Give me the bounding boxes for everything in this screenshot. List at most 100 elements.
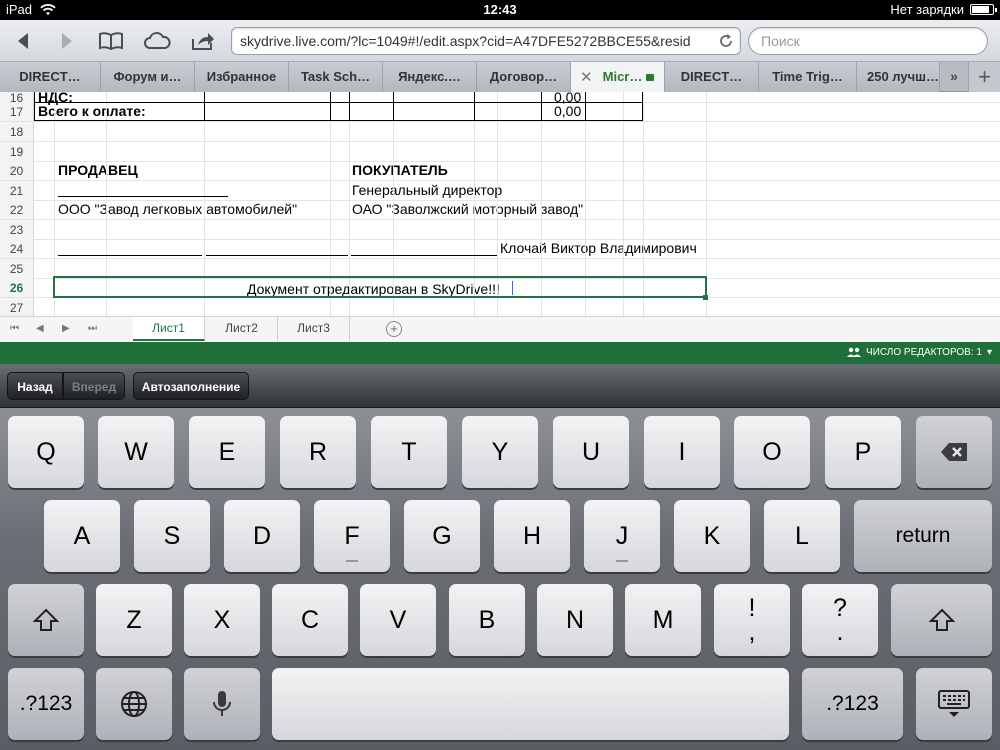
cell-selection[interactable] — [53, 276, 707, 298]
key-l[interactable]: L — [764, 500, 840, 572]
excel-status-bar: ЧИСЛО РЕДАКТОРОВ: 1 ▾ — [0, 342, 1000, 364]
browser-tab[interactable]: Договор… — [477, 62, 571, 92]
numbers-key-right[interactable]: .?123 — [802, 668, 903, 740]
sheet-tab-2[interactable]: Лист2 — [206, 317, 278, 341]
key-v[interactable]: V — [360, 584, 436, 656]
last-sheet-icon[interactable]: ⏭ — [88, 323, 97, 334]
browser-tab[interactable]: Яндекс.… — [383, 62, 477, 92]
key-q[interactable]: Q — [8, 416, 84, 488]
shift-key-left[interactable] — [8, 584, 84, 656]
key-a[interactable]: A — [44, 500, 120, 572]
key-f[interactable]: F — [314, 500, 390, 572]
new-tab-button[interactable]: + — [968, 62, 1000, 92]
editors-indicator[interactable]: ЧИСЛО РЕДАКТОРОВ: 1 ▾ — [847, 347, 992, 358]
browser-tab[interactable]: Форум и… — [101, 62, 195, 92]
row-header[interactable]: 23 — [0, 220, 34, 239]
buyer-signatory[interactable]: Клочай Виктор Владимирович — [500, 239, 697, 256]
row-header[interactable]: 24 — [0, 239, 34, 258]
forward-arrow-button[interactable] — [52, 27, 82, 55]
key-b[interactable]: B — [449, 584, 525, 656]
buyer-heading[interactable]: ПОКУПАТЕЛЬ — [352, 161, 448, 178]
row-header[interactable]: 17 — [0, 102, 34, 121]
backspace-key[interactable] — [916, 416, 992, 488]
close-tab-icon[interactable]: ✕ — [580, 68, 593, 86]
prev-sheet-icon[interactable]: ◀ — [36, 323, 44, 334]
key-p[interactable]: P — [825, 416, 901, 488]
key-y[interactable]: Y — [462, 416, 538, 488]
hide-keyboard-key[interactable] — [916, 668, 992, 740]
key-x[interactable]: X — [184, 584, 260, 656]
sheet-tab-1[interactable]: Лист1 — [133, 317, 205, 341]
row-header[interactable]: 18 — [0, 122, 34, 141]
add-sheet-icon[interactable]: + — [386, 321, 402, 337]
key-u[interactable]: U — [553, 416, 629, 488]
autofill-button[interactable]: Автозаполнение — [133, 372, 249, 400]
address-bar[interactable]: skydrive.live.com/?lc=1049#!/edit.aspx?c… — [231, 27, 741, 55]
key-i[interactable]: I — [644, 416, 720, 488]
browser-tab[interactable]: DIRECT… — [665, 62, 759, 92]
first-sheet-icon[interactable]: ⏮ — [10, 323, 19, 334]
key-d[interactable]: D — [224, 500, 300, 572]
dictation-key[interactable] — [184, 668, 260, 740]
spreadsheet-grid[interactable]: 16 НДС: 0,00 17 Всего к оплате: 0,00 18 … — [0, 92, 1000, 316]
form-forward-button[interactable]: Вперед — [63, 372, 125, 400]
on-screen-keyboard: Q W E R T Y U I O P A S D F G H J K L re… — [0, 408, 1000, 750]
key-o[interactable]: O — [734, 416, 810, 488]
key-h[interactable]: H — [494, 500, 570, 572]
key-n[interactable]: N — [537, 584, 613, 656]
key-j[interactable]: J — [584, 500, 660, 572]
fill-handle[interactable] — [703, 295, 708, 300]
bookmarks-button[interactable] — [96, 27, 126, 55]
search-input[interactable]: Поиск — [748, 27, 988, 55]
key-t[interactable]: T — [371, 416, 447, 488]
key-z[interactable]: Z — [96, 584, 172, 656]
shift-key-right[interactable] — [891, 584, 992, 656]
row-header[interactable]: 16 — [0, 92, 34, 105]
space-bar[interactable] — [272, 668, 789, 740]
totals-table-divider — [34, 102, 643, 103]
key-s[interactable]: S — [134, 500, 210, 572]
sheet-tab-3[interactable]: Лист3 — [278, 317, 350, 341]
buyer-position[interactable]: Генеральный директор — [352, 181, 502, 198]
next-sheet-icon[interactable]: ▶ — [62, 323, 70, 334]
key-g[interactable]: G — [404, 500, 480, 572]
browser-tab-active[interactable]: ✕ Micr… — [571, 62, 665, 92]
browser-tab[interactable]: Избранное — [195, 62, 289, 92]
browser-tab[interactable]: Time Trig… — [759, 62, 857, 92]
seller-heading[interactable]: ПРОДАВЕЦ — [58, 161, 138, 178]
row-header[interactable]: 27 — [0, 298, 34, 316]
share-button[interactable] — [188, 27, 218, 55]
back-arrow-button[interactable] — [8, 27, 38, 55]
key-question-period[interactable]: ? . — [802, 584, 878, 656]
globe-key[interactable] — [96, 668, 172, 740]
form-back-button[interactable]: Назад — [7, 372, 63, 400]
seller-company[interactable]: ООО "Завод легковых автомобилей" — [58, 200, 297, 217]
row-header[interactable]: 22 — [0, 200, 34, 219]
double-chevron-icon: » — [950, 68, 958, 84]
row-header[interactable]: 19 — [0, 142, 34, 161]
key-exclaim-comma[interactable]: ! , — [714, 584, 790, 656]
sheet-tab-bar: ⏮ ◀ ▶ ⏭ Лист1 Лист2 Лист3 + — [0, 316, 1000, 342]
row-header[interactable]: 25 — [0, 259, 34, 278]
reload-icon[interactable] — [718, 33, 734, 49]
key-e[interactable]: E — [189, 416, 265, 488]
forward-arrow-icon — [62, 33, 72, 49]
row-header[interactable]: 21 — [0, 181, 34, 200]
icloud-tabs-button[interactable] — [142, 27, 172, 55]
tab-overflow-button[interactable]: » — [940, 62, 968, 92]
browser-tab[interactable]: DIRECT… — [0, 62, 101, 92]
numbers-key-left[interactable]: .?123 — [8, 668, 84, 740]
key-c[interactable]: C — [272, 584, 348, 656]
key-w[interactable]: W — [98, 416, 174, 488]
buyer-company[interactable]: ОАО "Заволжский моторный завод" — [352, 200, 583, 217]
key-k[interactable]: K — [674, 500, 750, 572]
seller-signature-line — [58, 196, 228, 197]
return-key[interactable]: return — [854, 500, 992, 572]
key-label: F — [344, 521, 360, 550]
key-r[interactable]: R — [280, 416, 356, 488]
browser-tab[interactable]: 250 лучш… — [857, 62, 940, 92]
row-header[interactable]: 20 — [0, 161, 34, 180]
browser-tab[interactable]: Task Sch… — [289, 62, 383, 92]
row-header-selected[interactable]: 26 — [0, 278, 34, 297]
key-m[interactable]: M — [625, 584, 701, 656]
